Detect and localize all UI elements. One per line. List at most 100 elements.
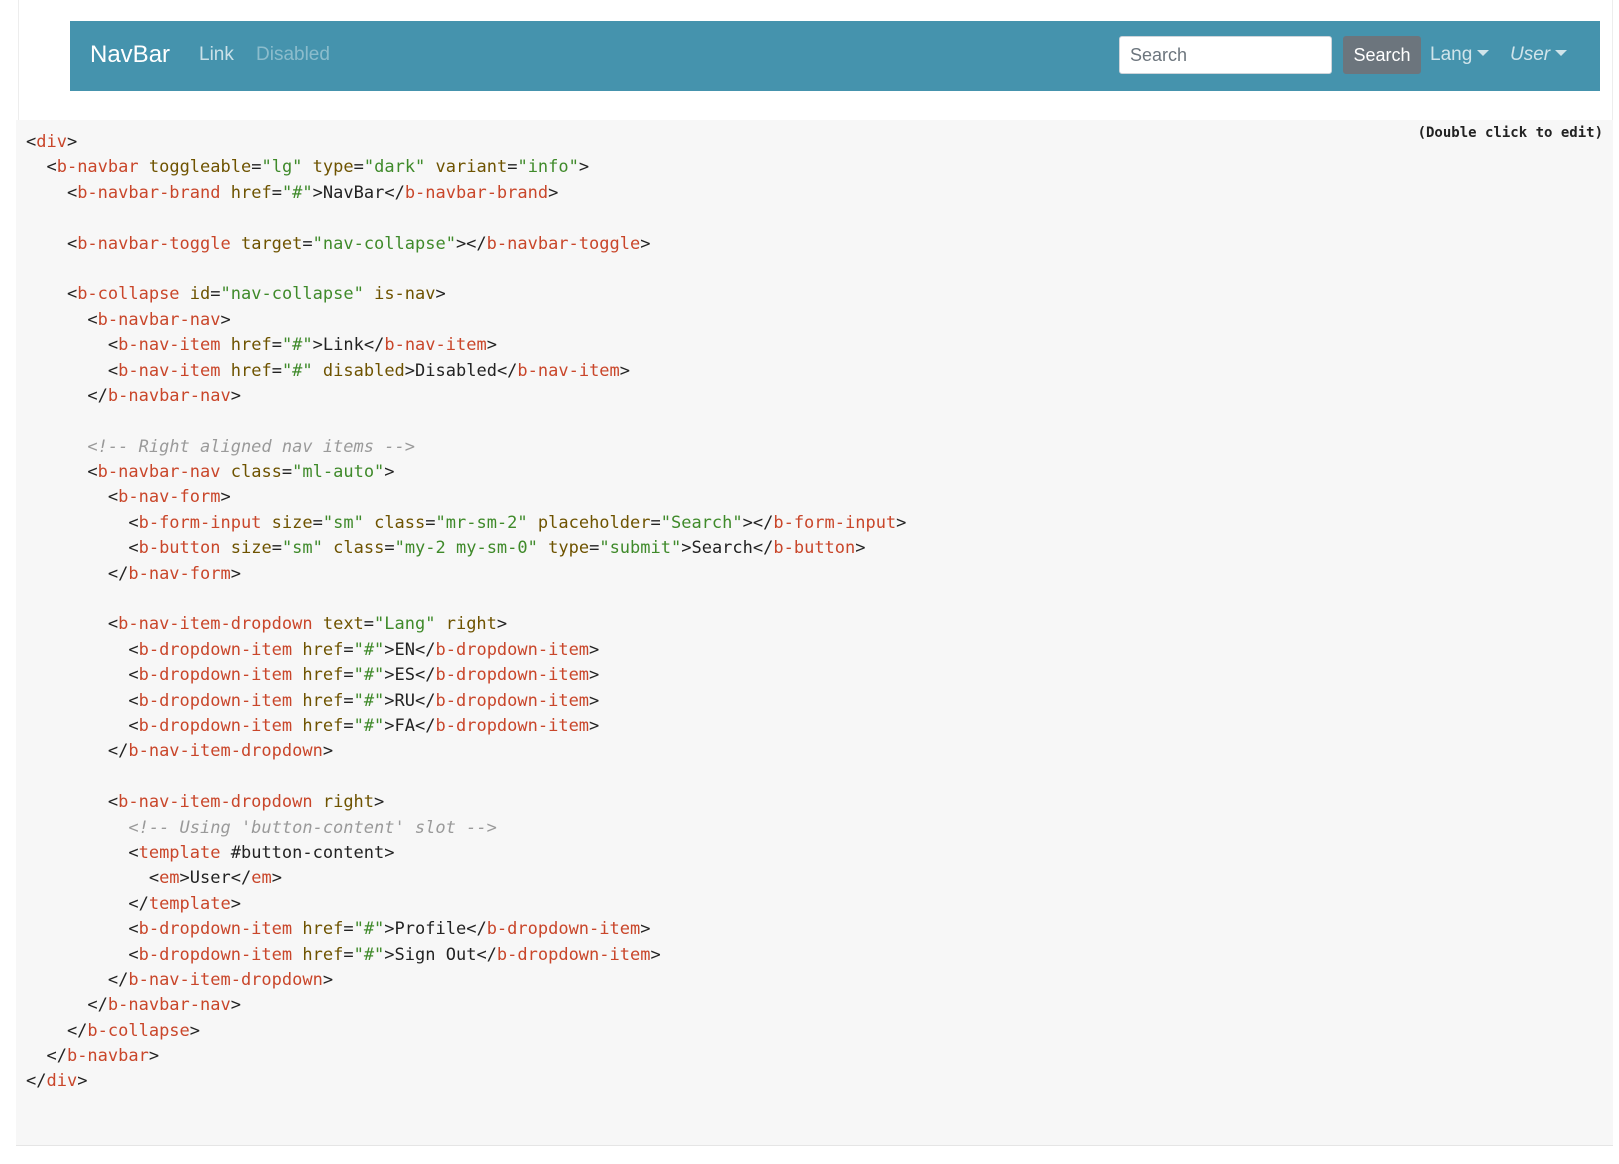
code-token: "info": [517, 157, 579, 178]
code-token: >: [312, 182, 323, 203]
code-token: b-navbar-toggle: [486, 233, 641, 254]
code-token: b-dropdown-item: [435, 690, 590, 711]
code-token: <: [26, 538, 139, 559]
code-token: </: [415, 690, 436, 711]
code-token: </: [363, 335, 385, 356]
code-token: <: [26, 132, 37, 152]
code-token: >: [384, 919, 395, 940]
code-token: type: [548, 538, 590, 559]
code-token: "#": [353, 944, 385, 965]
lang-dropdown[interactable]: Lang: [1430, 43, 1490, 67]
code-token: b-navbar: [56, 157, 139, 178]
code-token: =: [271, 335, 282, 356]
code-token: <: [26, 360, 119, 381]
code-token: >: [589, 690, 600, 711]
code-token: b-form-input: [773, 512, 897, 533]
navbar: NavBar Link Disabled Search Lang User: [70, 21, 1600, 91]
code-token: b-dropdown-item: [486, 919, 641, 940]
code-editor[interactable]: (Double click to edit) <div> <b-navbar t…: [16, 120, 1613, 1146]
code-token: >: [230, 893, 241, 914]
code-token: b-form-input: [138, 512, 262, 533]
code-token: "#": [353, 690, 385, 711]
code-line: <!-- Using 'button-content' slot -->: [26, 816, 906, 841]
code-line: <template #button-content>: [26, 841, 906, 866]
code-token: >: [148, 1046, 160, 1067]
code-line: </b-collapse>: [26, 1019, 906, 1044]
code-token: b-nav-item-dropdown: [118, 614, 313, 635]
code-token: "mr-sm-2": [435, 512, 528, 533]
code-token: "dark": [363, 157, 426, 178]
user-dropdown[interactable]: User: [1510, 43, 1568, 67]
code-token: >: [179, 868, 190, 889]
code-line: <b-button size="sm" class="my-2 my-sm-0"…: [26, 536, 906, 561]
code-token: >: [230, 385, 241, 406]
code-token: =: [210, 284, 221, 305]
code-token: "#": [353, 919, 385, 940]
code-token: em: [159, 868, 180, 889]
edit-hint: (Double click to edit): [1417, 125, 1603, 141]
code-token: >: [589, 665, 600, 686]
code-line: <!-- Right aligned nav items -->: [26, 435, 906, 460]
code-token: >: [230, 563, 241, 584]
code-line: </b-nav-item-dropdown>: [26, 739, 906, 764]
code-token: b-dropdown-item: [138, 665, 293, 686]
code-token: ></: [742, 512, 774, 533]
code-line: <b-navbar-toggle target="nav-collapse"><…: [26, 232, 906, 257]
code-line: <b-dropdown-item href="#">Sign Out</b-dr…: [26, 943, 906, 968]
caret-down-icon: [1555, 50, 1568, 56]
code-token: </: [496, 360, 518, 381]
code-line: <b-collapse id="nav-collapse" is-nav>: [26, 282, 906, 307]
search-button[interactable]: Search: [1343, 36, 1421, 74]
code-token: >: [486, 335, 497, 356]
code-token: =: [507, 157, 518, 178]
code-token: >: [271, 868, 282, 889]
code-token: b-collapse: [77, 284, 180, 305]
code-token: b-nav-item: [384, 335, 487, 356]
code-token: href: [302, 919, 344, 940]
code-token: >: [384, 665, 395, 686]
code-block[interactable]: <div> <b-navbar toggleable="lg" type="da…: [26, 130, 906, 1095]
code-token: >: [435, 284, 446, 305]
code-token: #button-content: [230, 842, 385, 863]
code-token: b-nav-item-dropdown: [128, 741, 323, 762]
code-token: b-dropdown-item: [496, 944, 651, 965]
code-token: size: [271, 512, 313, 533]
code-token: b-dropdown-item: [138, 715, 293, 736]
code-token: target: [240, 233, 303, 254]
code-token: href: [302, 944, 344, 965]
code-token: <: [26, 335, 119, 356]
code-token: Link: [322, 335, 364, 356]
code-token: b-dropdown-item: [138, 690, 293, 711]
code-token: b-dropdown-item: [435, 665, 590, 686]
navbar-brand[interactable]: NavBar: [90, 40, 170, 70]
code-token: b-navbar-nav: [97, 309, 221, 330]
code-token: =: [650, 512, 661, 533]
code-token: b-button: [138, 538, 221, 559]
code-token: toggleable: [148, 157, 252, 178]
code-token: "#": [353, 639, 385, 660]
code-token: "#": [353, 665, 385, 686]
code-token: id: [189, 284, 211, 305]
search-input[interactable]: [1119, 36, 1332, 74]
code-line: <b-dropdown-item href="#">RU</b-dropdown…: [26, 689, 906, 714]
code-token: =: [281, 462, 293, 483]
code-token: <: [26, 715, 139, 736]
code-token: href: [230, 182, 272, 203]
code-token: Search: [691, 538, 753, 559]
code-token: "lg": [261, 157, 303, 178]
code-token: "sm": [281, 538, 323, 559]
code-token: "submit": [599, 538, 682, 559]
code-token: b-nav-form: [118, 487, 221, 508]
code-line: <b-dropdown-item href="#">FA</b-dropdown…: [26, 714, 906, 739]
code-token: >: [855, 538, 866, 559]
nav-link[interactable]: Link: [199, 43, 234, 67]
code-token: <!-- Using 'button-content' slot -->: [128, 817, 497, 838]
code-token: >: [384, 690, 395, 711]
code-token: b-navbar-toggle: [77, 233, 231, 254]
